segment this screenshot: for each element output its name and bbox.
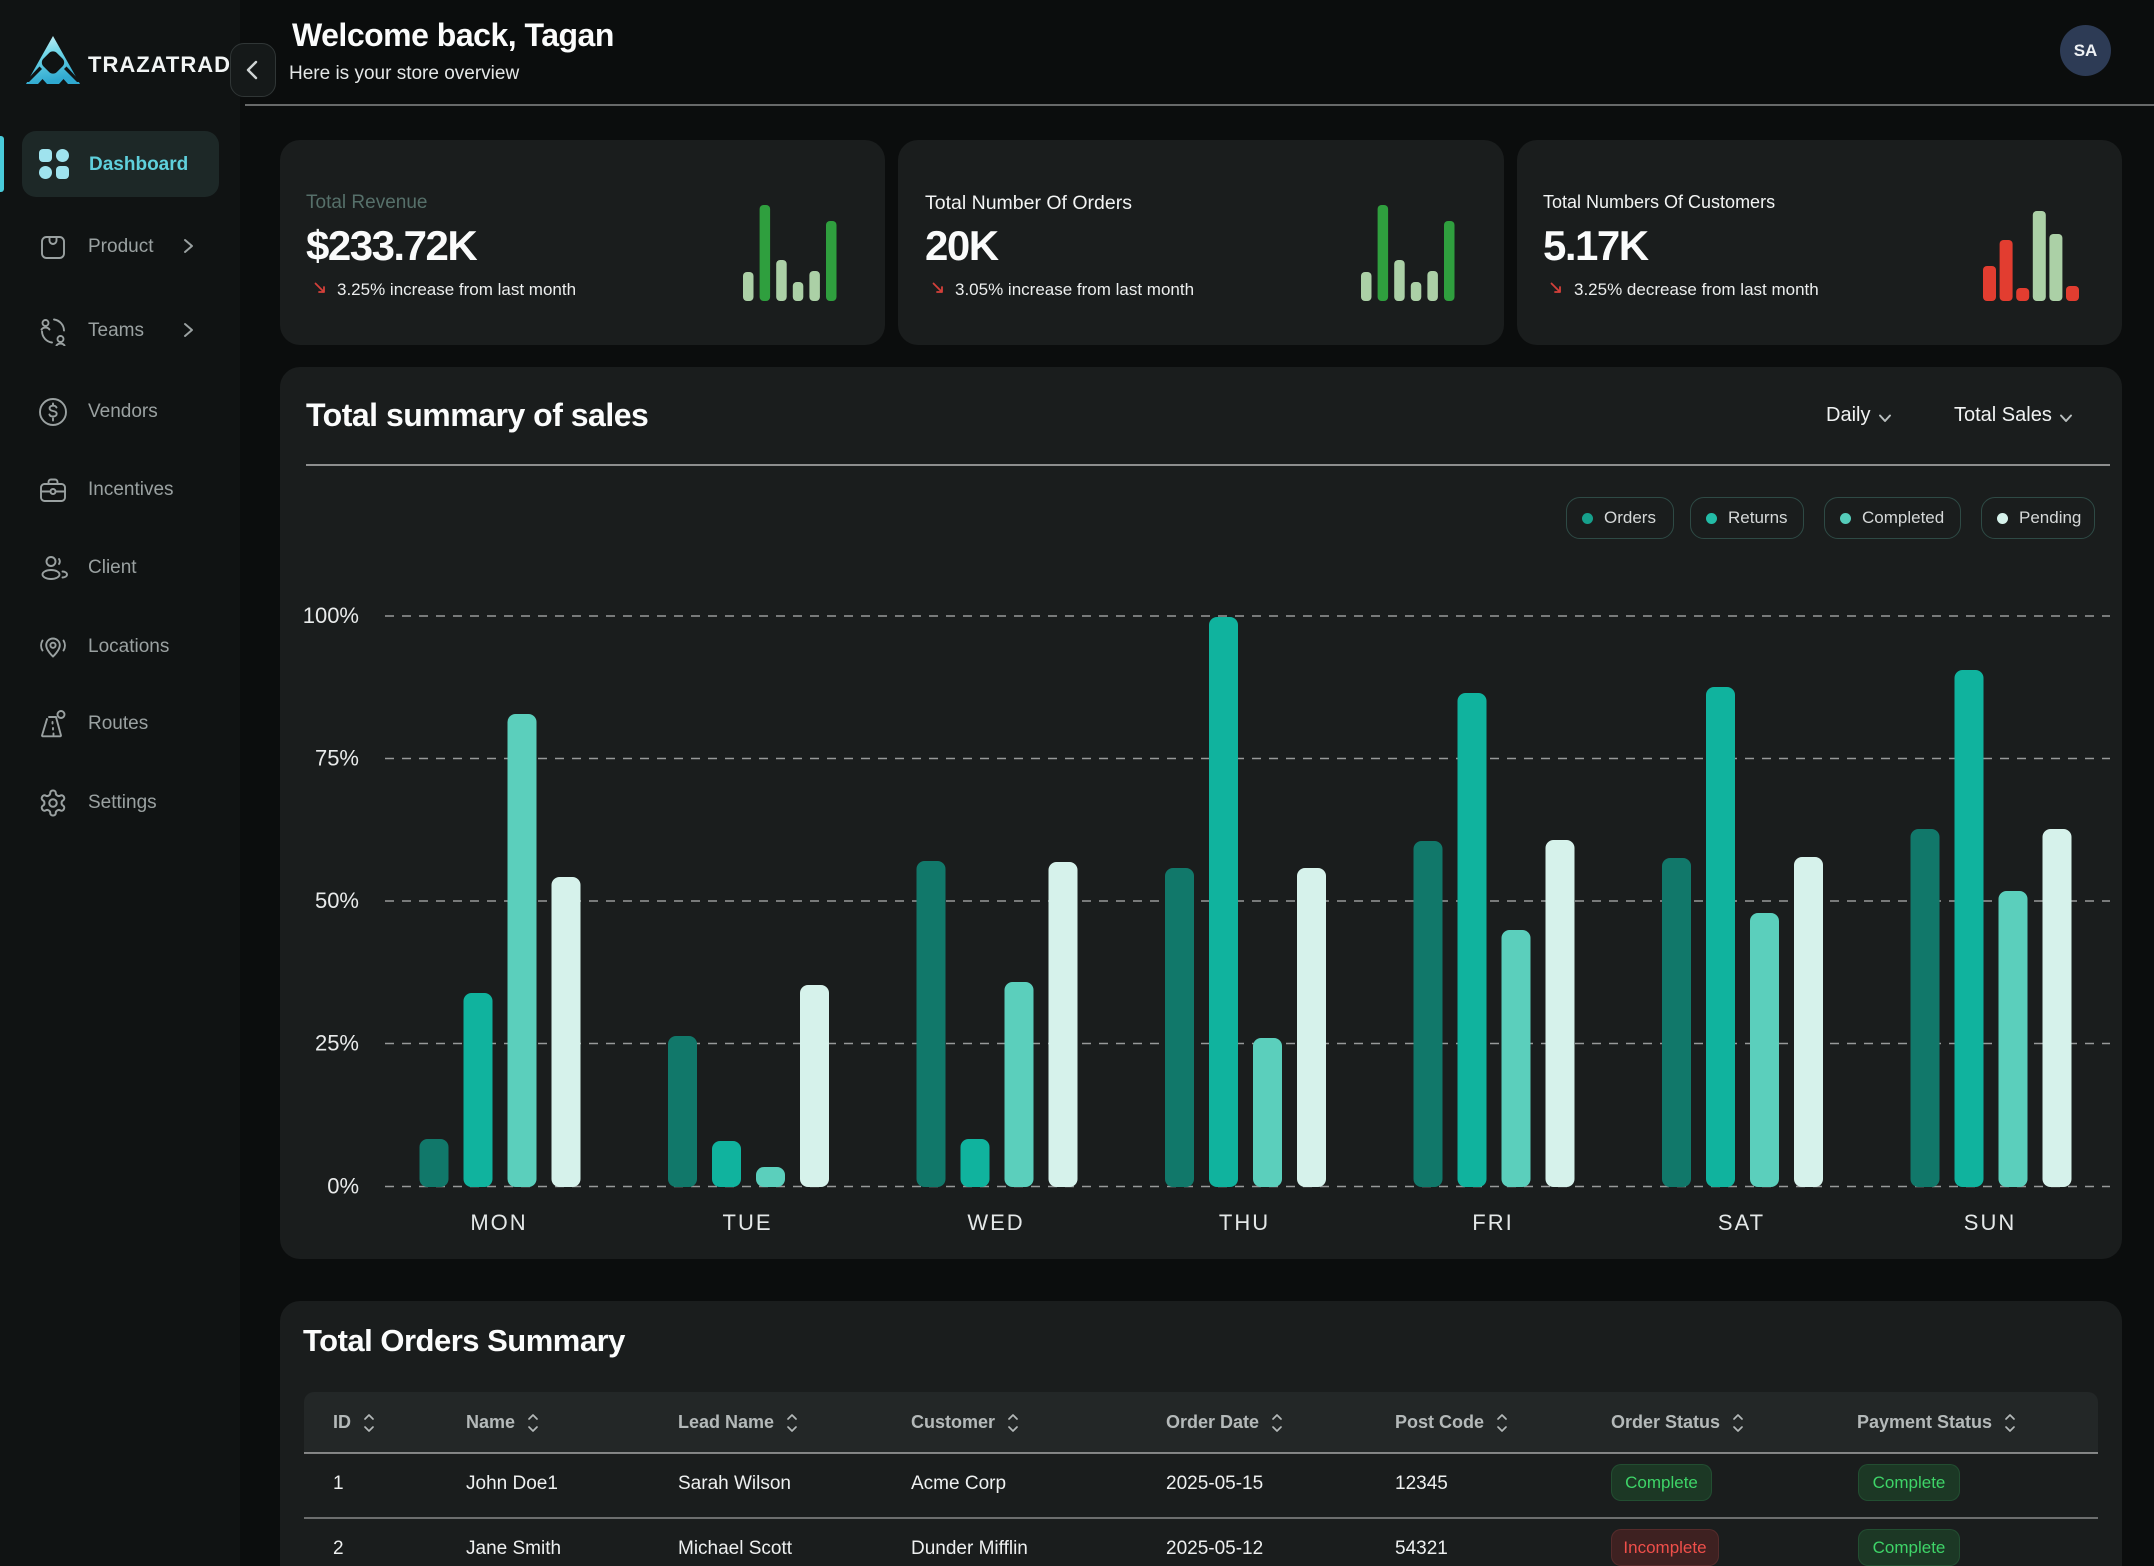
- svg-text:0%: 0%: [327, 1173, 359, 1198]
- svg-text:FRI: FRI: [1472, 1210, 1513, 1235]
- svg-text:THU: THU: [1219, 1210, 1270, 1235]
- svg-text:TUE: TUE: [723, 1210, 773, 1235]
- svg-text:75%: 75%: [315, 745, 359, 770]
- svg-text:100%: 100%: [303, 603, 359, 628]
- svg-text:SUN: SUN: [1964, 1210, 2016, 1235]
- svg-text:SAT: SAT: [1718, 1210, 1765, 1235]
- svg-text:25%: 25%: [315, 1030, 359, 1055]
- svg-text:MON: MON: [470, 1210, 527, 1235]
- svg-text:WED: WED: [967, 1210, 1024, 1235]
- svg-text:50%: 50%: [315, 888, 359, 913]
